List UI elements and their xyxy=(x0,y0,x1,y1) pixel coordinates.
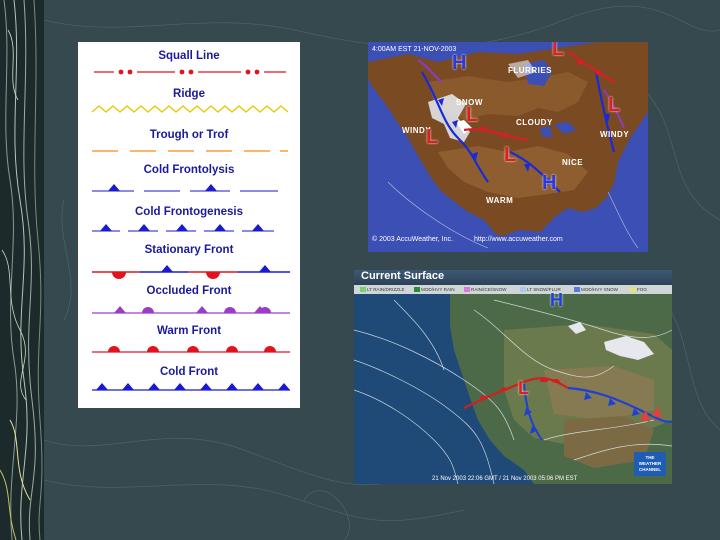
swatch-mod-rain xyxy=(414,287,420,292)
map-label-flurries: FLURRIES xyxy=(508,66,552,75)
swatch-lt-snow xyxy=(520,287,526,292)
map-header-bar: Current Surface xyxy=(354,270,672,285)
occluded-front-symbol xyxy=(92,306,290,314)
map-title: Current Surface xyxy=(361,270,445,282)
legend-text-lt-rain: LT RAIN/DRIZZLE xyxy=(367,287,405,292)
map-label-cloudy: CLOUDY xyxy=(516,118,553,127)
legend-item-mod-rain: MOD/HVY RAIN xyxy=(414,286,455,293)
low-pressure-symbol: L xyxy=(518,378,529,398)
legend-label-cold-frontolysis: Cold Frontolysis xyxy=(143,164,235,176)
accuweather-map: 4:00AM EST 21-NOV-2003 FLURRIES SNOW WIN… xyxy=(368,42,648,252)
warm-front-symbol xyxy=(92,346,290,353)
legend-label-cold-front: Cold Front xyxy=(159,366,219,378)
map-label-windy-east: WINDY xyxy=(600,130,630,139)
weather-channel-logo: THE WEATHER CHANNEL xyxy=(634,452,666,476)
legend-text-rain-ice-snow: RAIN/ICE/SNOW xyxy=(471,287,507,292)
logo-line-3: CHANNEL xyxy=(639,467,661,472)
legend-text-mod-rain: MOD/HVY RAIN xyxy=(421,287,455,292)
legend-item-rain-ice-snow: RAIN/ICE/SNOW xyxy=(464,286,506,293)
legend-item-fog: FOG xyxy=(630,286,647,293)
swatch-fog xyxy=(630,287,636,292)
stationary-front-symbol xyxy=(92,265,290,279)
ridge-symbol xyxy=(91,105,289,113)
map-label-nice: NICE xyxy=(562,158,584,167)
legend-label-trough: Trough or Trof xyxy=(149,129,229,141)
swatch-lt-rain xyxy=(360,287,366,292)
squall-line-symbol xyxy=(94,69,286,75)
legend-label-stationary-front: Stationary Front xyxy=(144,244,234,256)
current-surface-map: Current Surface LT RAIN/DRIZZLE MOD/HVY … xyxy=(354,270,672,484)
western-us-satellite xyxy=(354,294,672,484)
legend-item-mod-snow: MOD/HVY SNOW xyxy=(574,286,618,293)
low-pressure-symbol: L xyxy=(504,144,517,166)
slide: Squall Line Ridge Trough or Trof Cold Fr… xyxy=(0,0,720,540)
swatch-rain-ice-snow xyxy=(464,287,470,292)
map-timestamp: 21 Nov 2003 22:06 GMT / 21 Nov 2003 05:0… xyxy=(432,476,578,482)
front-symbols-legend: Squall Line Ridge Trough or Trof Cold Fr… xyxy=(78,42,300,408)
legend-label-ridge: Ridge xyxy=(173,88,205,100)
high-pressure-symbol: H xyxy=(452,52,467,74)
low-pressure-symbol: L xyxy=(608,94,621,116)
accuweather-url: http://www.accuweather.com xyxy=(474,236,563,243)
high-pressure-symbol: H xyxy=(550,290,563,310)
legend-text-mod-snow: MOD/HVY SNOW xyxy=(581,287,618,292)
low-pressure-symbol: L xyxy=(426,126,439,148)
high-pressure-symbol: H xyxy=(542,172,557,194)
cold-frontolysis-symbol xyxy=(92,184,278,192)
low-pressure-symbol: L xyxy=(466,104,479,126)
swatch-mod-snow xyxy=(574,287,580,292)
low-pressure-symbol: L xyxy=(552,42,565,60)
precipitation-legend: LT RAIN/DRIZZLE MOD/HVY RAIN RAIN/ICE/SN… xyxy=(354,285,672,294)
accuweather-copyright: © 2003 AccuWeather, Inc. xyxy=(372,236,453,243)
legend-label-cold-frontogenesis: Cold Frontogenesis xyxy=(135,206,243,218)
legend-label-warm-front: Warm Front xyxy=(156,325,222,337)
legend-text-fog: FOG xyxy=(637,287,647,292)
accuweather-timestamp: 4:00AM EST 21-NOV-2003 xyxy=(372,46,457,53)
map-label-warm: WARM xyxy=(486,196,514,205)
topographic-strip xyxy=(0,0,44,540)
legend-item-lt-rain: LT RAIN/DRIZZLE xyxy=(360,286,405,293)
cold-front-symbol xyxy=(92,383,290,391)
legend-label-occluded-front: Occluded Front xyxy=(146,285,232,297)
cold-frontogenesis-symbol xyxy=(92,224,274,232)
legend-label-squall-line: Squall Line xyxy=(158,50,220,62)
